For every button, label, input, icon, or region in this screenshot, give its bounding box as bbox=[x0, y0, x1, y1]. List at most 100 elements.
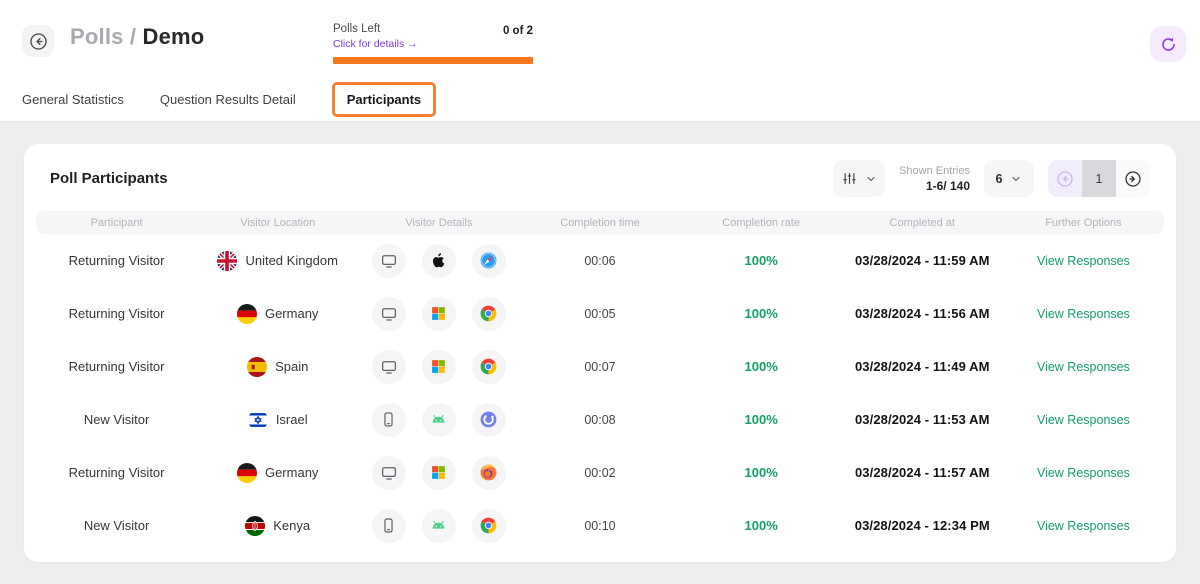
participant-type: New Visitor bbox=[36, 518, 197, 533]
desktop-icon bbox=[372, 350, 406, 384]
arrow-left-circle-icon bbox=[1055, 169, 1075, 189]
column-header-visitor-details: Visitor Details bbox=[358, 217, 519, 229]
completion-time: 00:05 bbox=[519, 307, 680, 321]
israel-flag-icon bbox=[248, 410, 268, 430]
completion-time: 00:06 bbox=[519, 254, 680, 268]
polls-left-count: 0 of 2 bbox=[503, 25, 533, 37]
chevron-down-icon bbox=[1010, 173, 1022, 185]
completed-at: 03/28/2024 - 11:53 AM bbox=[842, 412, 1003, 427]
participant-type: Returning Visitor bbox=[36, 306, 197, 321]
visitor-details-cell bbox=[358, 297, 519, 331]
tab-question-results-detail[interactable]: Question Results Detail bbox=[160, 92, 296, 107]
completion-time: 00:08 bbox=[519, 413, 680, 427]
sliders-icon bbox=[842, 171, 857, 186]
view-responses-link[interactable]: View Responses bbox=[1037, 307, 1130, 321]
desktop-icon bbox=[372, 297, 406, 331]
completed-at: 03/28/2024 - 11:56 AM bbox=[842, 306, 1003, 321]
desktop-icon bbox=[372, 456, 406, 490]
card-title: Poll Participants bbox=[50, 170, 168, 187]
shown-entries: Shown Entries 1-6/ 140 bbox=[899, 165, 970, 193]
visitor-location-cell: United Kingdom bbox=[197, 251, 358, 271]
united-kingdom-flag-icon bbox=[217, 251, 237, 271]
safari-icon bbox=[472, 244, 506, 278]
column-header-completion-time: Completion time bbox=[519, 217, 680, 229]
back-icon bbox=[28, 31, 49, 52]
samsung-internet-icon bbox=[472, 403, 506, 437]
table-header: Participant Visitor Location Visitor Det… bbox=[36, 211, 1164, 234]
table-row: Returning Visitor Spain 00:07 100% 03/28… bbox=[36, 340, 1164, 393]
current-page-button[interactable]: 1 bbox=[1082, 160, 1116, 197]
tabs: General Statistics Question Results Deta… bbox=[0, 78, 1200, 122]
further-options-cell: View Responses bbox=[1003, 360, 1164, 374]
further-options-cell: View Responses bbox=[1003, 466, 1164, 480]
participant-type: Returning Visitor bbox=[36, 253, 197, 268]
view-responses-link[interactable]: View Responses bbox=[1037, 360, 1130, 374]
windows-icon bbox=[422, 297, 456, 331]
further-options-cell: View Responses bbox=[1003, 254, 1164, 268]
view-responses-link[interactable]: View Responses bbox=[1037, 466, 1130, 480]
germany-flag-icon bbox=[237, 463, 257, 483]
shown-entries-label: Shown Entries bbox=[899, 165, 970, 177]
polls-left-details-link[interactable]: Click for details → bbox=[333, 38, 418, 50]
back-button[interactable] bbox=[22, 25, 54, 57]
completed-at: 03/28/2024 - 11:59 AM bbox=[842, 253, 1003, 268]
mobile-icon bbox=[372, 403, 406, 437]
germany-flag-icon bbox=[237, 304, 257, 324]
completed-at: 03/28/2024 - 11:57 AM bbox=[842, 465, 1003, 480]
table-row: Returning Visitor Germany 00:05 100% 03/… bbox=[36, 287, 1164, 340]
column-header-further-options: Further Options bbox=[1003, 217, 1164, 229]
breadcrumb-page: Demo bbox=[143, 24, 205, 49]
android-icon bbox=[422, 403, 456, 437]
column-header-completed-at: Completed at bbox=[842, 217, 1003, 229]
next-page-button[interactable] bbox=[1116, 160, 1150, 197]
participant-type: Returning Visitor bbox=[36, 465, 197, 480]
view-responses-link[interactable]: View Responses bbox=[1037, 413, 1130, 427]
polls-left-widget: Polls Left Click for details → 0 of 2 bbox=[333, 23, 533, 64]
tab-participants[interactable]: Participants bbox=[332, 82, 436, 117]
column-header-visitor-location: Visitor Location bbox=[197, 217, 358, 229]
participant-type: Returning Visitor bbox=[36, 359, 197, 374]
visitor-location-cell: Germany bbox=[197, 463, 358, 483]
visitor-details-cell bbox=[358, 456, 519, 490]
kenya-flag-icon bbox=[245, 516, 265, 536]
prev-page-button[interactable] bbox=[1048, 160, 1082, 197]
country-name: Kenya bbox=[273, 518, 310, 533]
completion-rate: 100% bbox=[681, 465, 842, 480]
table-row: New Visitor Israel 00:08 100% 03/28/2024… bbox=[36, 393, 1164, 446]
page-size-select[interactable]: 6 bbox=[984, 160, 1034, 197]
country-name: Germany bbox=[265, 465, 318, 480]
visitor-location-cell: Israel bbox=[197, 410, 358, 430]
chevron-down-icon bbox=[865, 173, 877, 185]
view-responses-link[interactable]: View Responses bbox=[1037, 254, 1130, 268]
visitor-location-cell: Kenya bbox=[197, 516, 358, 536]
completed-at: 03/28/2024 - 11:49 AM bbox=[842, 359, 1003, 374]
table-row: Returning Visitor United Kingdom 00:06 1… bbox=[36, 234, 1164, 287]
breadcrumb-section: Polls / bbox=[70, 24, 136, 49]
windows-icon bbox=[422, 350, 456, 384]
view-responses-link[interactable]: View Responses bbox=[1037, 519, 1130, 533]
country-name: Spain bbox=[275, 359, 308, 374]
mobile-icon bbox=[372, 509, 406, 543]
country-name: United Kingdom bbox=[245, 253, 338, 268]
completion-time: 00:02 bbox=[519, 466, 680, 480]
table-row: Returning Visitor Germany 00:02 100% 03/… bbox=[36, 446, 1164, 499]
column-header-completion-rate: Completion rate bbox=[681, 217, 842, 229]
polls-left-label: Polls Left bbox=[333, 23, 418, 35]
column-header-participant: Participant bbox=[36, 217, 197, 229]
main-content: Poll Participants Shown Entries 1-6/ 140 bbox=[0, 122, 1200, 584]
firefox-icon bbox=[472, 456, 506, 490]
completed-at: 03/28/2024 - 12:34 PM bbox=[842, 518, 1003, 533]
refresh-button[interactable] bbox=[1150, 26, 1186, 62]
chrome-icon bbox=[472, 297, 506, 331]
completion-time: 00:10 bbox=[519, 519, 680, 533]
poll-participants-card: Poll Participants Shown Entries 1-6/ 140 bbox=[24, 144, 1176, 562]
further-options-cell: View Responses bbox=[1003, 307, 1164, 321]
visitor-details-cell bbox=[358, 403, 519, 437]
completion-rate: 100% bbox=[681, 359, 842, 374]
completion-rate: 100% bbox=[681, 306, 842, 321]
completion-time: 00:07 bbox=[519, 360, 680, 374]
participant-type: New Visitor bbox=[36, 412, 197, 427]
tab-general-statistics[interactable]: General Statistics bbox=[22, 92, 124, 107]
filter-button[interactable] bbox=[833, 160, 885, 197]
visitor-location-cell: Spain bbox=[197, 357, 358, 377]
